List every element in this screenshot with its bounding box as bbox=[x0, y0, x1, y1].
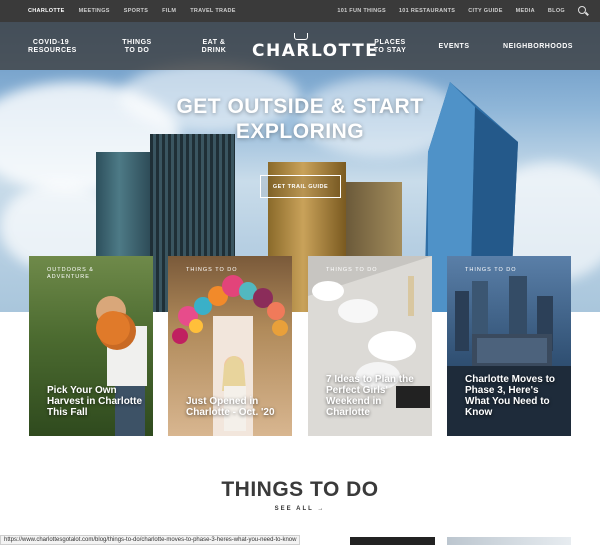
article-card[interactable]: Outdoors & Adventure Pick Your Own Harve… bbox=[29, 256, 153, 436]
card-category: Things To Do bbox=[326, 267, 378, 273]
article-card[interactable]: Things To Do Charlotte Moves to Phase 3,… bbox=[447, 256, 571, 436]
card-title[interactable]: Pick Your Own Harvest in Charlotte This … bbox=[47, 385, 147, 418]
nav-neighborhoods[interactable]: Neighborhoods bbox=[500, 43, 576, 51]
utility-link-film[interactable]: Film bbox=[162, 8, 176, 14]
utility-link-101-restaurants[interactable]: 101 Restaurants bbox=[399, 8, 455, 14]
nav-things-to-do[interactable]: Things To Do bbox=[117, 39, 157, 55]
crown-icon bbox=[294, 33, 308, 40]
card-category: Things To Do bbox=[186, 267, 238, 273]
nav-events[interactable]: Events bbox=[436, 43, 472, 51]
utility-link-charlotte[interactable]: Charlotte bbox=[28, 8, 65, 14]
card-title[interactable]: Charlotte Moves to Phase 3, Here's What … bbox=[465, 374, 565, 418]
card-category: Things To Do bbox=[465, 267, 517, 273]
nav-eat-drink[interactable]: Eat & Drink bbox=[196, 39, 232, 55]
utility-nav-right: 101 Fun Things 101 Restaurants City Guid… bbox=[337, 6, 588, 16]
trail-guide-button[interactable]: GET TRAIL GUIDE bbox=[260, 175, 341, 198]
card-category: Outdoors & Adventure bbox=[47, 267, 94, 280]
logo-wordmark: CHARLOTTE bbox=[252, 41, 379, 61]
utility-nav-left: Charlotte Meetings Sports Film Travel Tr… bbox=[28, 8, 236, 14]
search-icon[interactable] bbox=[578, 6, 588, 16]
utility-link-101-fun-things[interactable]: 101 Fun Things bbox=[337, 8, 386, 14]
card-thumbnail bbox=[447, 537, 571, 545]
nav-covid-resources[interactable]: COVID-19 Resources bbox=[28, 39, 76, 55]
article-card[interactable]: Things To Do 7 Ideas to Plan the Perfect… bbox=[308, 256, 432, 436]
utility-link-media[interactable]: Media bbox=[516, 8, 535, 14]
utility-link-sports[interactable]: Sports bbox=[124, 8, 148, 14]
card-title[interactable]: 7 Ideas to Plan the Perfect Girls' Weeke… bbox=[326, 374, 426, 418]
card-title[interactable]: Just Opened in Charlotte - Oct. '20 bbox=[186, 396, 286, 418]
nav-places-to-stay[interactable]: Places To Stay bbox=[370, 39, 410, 55]
utility-bar: Charlotte Meetings Sports Film Travel Tr… bbox=[0, 0, 600, 22]
card-thumbnail bbox=[350, 537, 435, 545]
hero-title: GET OUTSIDE & START EXPLORING bbox=[176, 95, 424, 143]
article-card[interactable]: Things To Do Just Opened in Charlotte - … bbox=[168, 256, 292, 436]
see-all-link[interactable]: SEE ALL → bbox=[0, 506, 600, 512]
main-nav: COVID-19 Resources Things To Do Eat & Dr… bbox=[0, 22, 600, 70]
charlotte-logo[interactable]: CHARLOTTE bbox=[252, 33, 377, 61]
section-title: THINGS TO DO bbox=[221, 478, 379, 501]
utility-link-blog[interactable]: Blog bbox=[548, 8, 565, 14]
utility-link-travel-trade[interactable]: Travel Trade bbox=[190, 8, 236, 14]
status-bar-url: https://www.charlottesgotalot.com/blog/t… bbox=[0, 535, 301, 545]
utility-link-meetings[interactable]: Meetings bbox=[79, 8, 110, 14]
utility-link-city-guide[interactable]: City Guide bbox=[468, 8, 502, 14]
